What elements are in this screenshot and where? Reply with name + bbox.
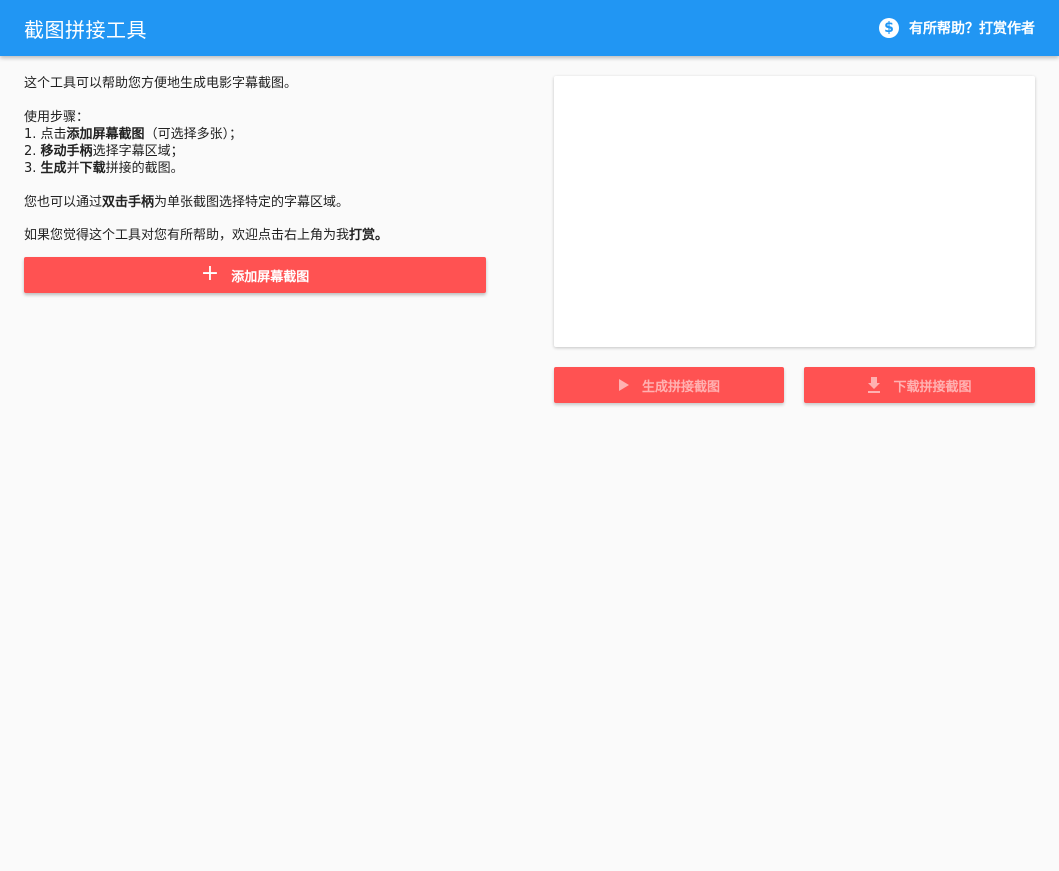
reward-tip: 如果您觉得这个工具对您有所帮助，欢迎点击右上角为我打赏。 xyxy=(24,228,389,243)
step-2: 2. 移动手柄选择字幕区域； xyxy=(24,144,184,159)
download-button[interactable]: 下载拼接截图 xyxy=(804,367,1035,403)
add-screenshot-button[interactable]: + 添加屏幕截图 xyxy=(24,257,486,293)
generate-label: 生成拼接截图 xyxy=(641,379,720,395)
app-header: 截图拼接工具 $ 有所帮助？打赏作者 xyxy=(0,0,1059,56)
plus-icon: + xyxy=(200,261,220,286)
app-title: 截图拼接工具 xyxy=(24,17,147,42)
steps-title: 使用步骤： xyxy=(24,110,90,125)
double-click-tip: 您也可以通过双击手柄为单张截图选择特定的字幕区域。 xyxy=(24,195,350,210)
add-screenshot-label: 添加屏幕截图 xyxy=(231,269,310,285)
preview-canvas xyxy=(554,76,1035,347)
dollar-circle-icon: $ xyxy=(879,18,899,38)
step-3: 3. 生成并下载拼接的截图。 xyxy=(24,161,184,176)
generate-button[interactable]: 生成拼接截图 xyxy=(554,367,784,403)
download-label: 下载拼接截图 xyxy=(893,379,972,395)
intro-line: 这个工具可以帮助您方便地生成电影字幕截图。 xyxy=(24,76,298,91)
donate-label: 有所帮助？打赏作者 xyxy=(909,21,1035,37)
step-1: 1. 点击添加屏幕截图（可选择多张）； xyxy=(24,127,243,142)
download-icon xyxy=(868,377,881,393)
donate-link[interactable]: $ 有所帮助？打赏作者 xyxy=(879,18,1035,38)
play-icon xyxy=(618,379,629,391)
instructions: 这个工具可以帮助您方便地生成电影字幕截图。 使用步骤： 1. 点击添加屏幕截图（… xyxy=(24,75,486,244)
